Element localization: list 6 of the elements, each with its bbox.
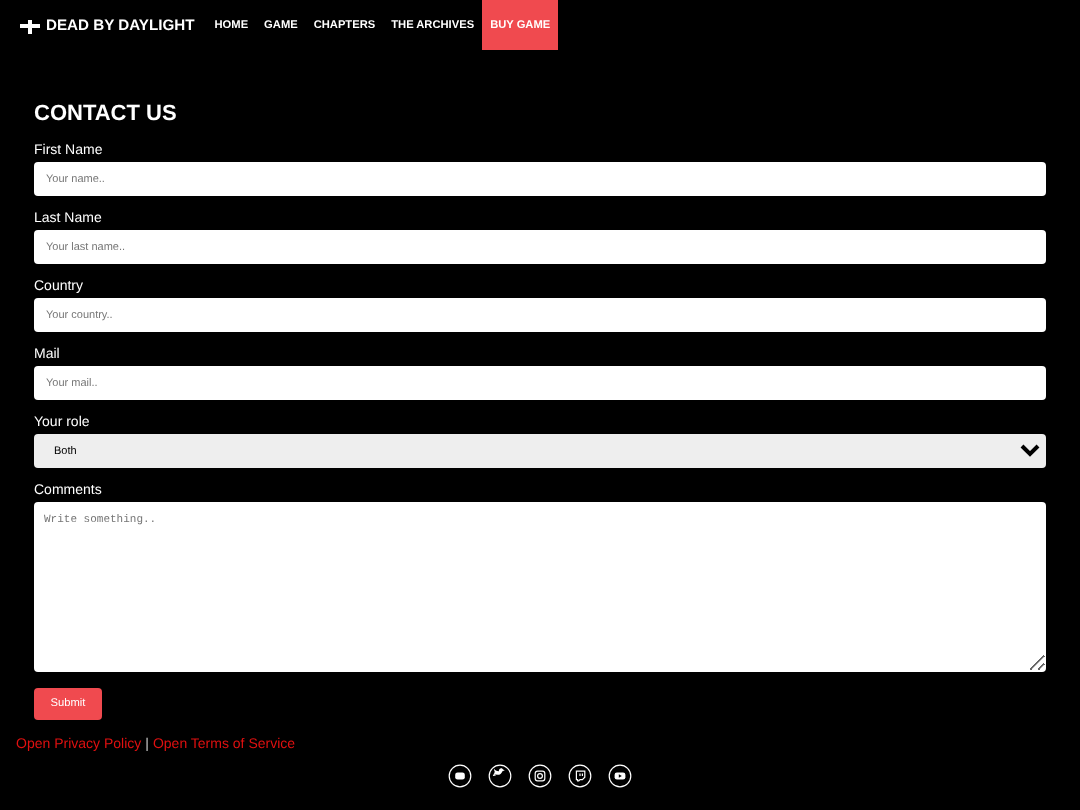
play-icon[interactable]	[608, 764, 632, 788]
logo-icon	[20, 17, 40, 33]
bird-icon[interactable]	[488, 764, 512, 788]
speech-bubble-icon[interactable]	[568, 764, 592, 788]
page-heading: CONTACT US	[34, 102, 179, 126]
camera-icon[interactable]	[528, 764, 552, 788]
